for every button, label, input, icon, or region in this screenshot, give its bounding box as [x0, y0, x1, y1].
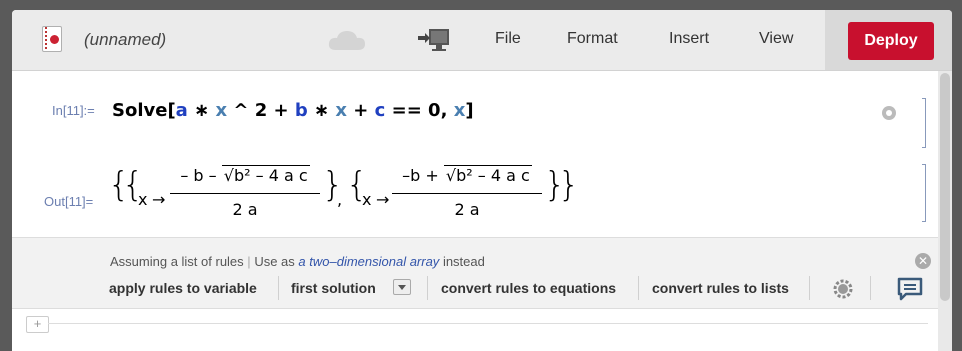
divider [870, 276, 871, 300]
document-icon[interactable] [42, 26, 62, 52]
numerator: – b – √b² – 4 a c [170, 165, 320, 185]
assumption-line: Assuming a list of rules | Use as a two–… [110, 254, 485, 269]
chevron-down-icon[interactable] [393, 279, 411, 295]
token: + [353, 100, 369, 121]
divider [809, 276, 810, 300]
radical: √b² – 4 a c [221, 165, 310, 185]
radicand: b² – 4 a c [456, 166, 530, 185]
divider [278, 276, 279, 300]
rule-arrow: → [376, 190, 390, 209]
input-label: In[11]:= [52, 103, 95, 118]
token: a [175, 100, 188, 121]
menu-insert[interactable]: Insert [669, 30, 709, 48]
present-icon[interactable] [417, 27, 451, 53]
action-convert-lists[interactable]: convert rules to lists [652, 280, 789, 296]
token: x [215, 100, 228, 121]
solution-variable: x [138, 190, 148, 209]
chat-icon[interactable] [896, 276, 924, 302]
radical: √b² – 4 a c [443, 165, 532, 185]
notebook-window: (unnamed) File Format Insert View Deploy… [12, 10, 952, 351]
menu-format[interactable]: Format [567, 30, 618, 48]
token: ] [465, 100, 474, 121]
plus-icon[interactable]: + [26, 316, 49, 333]
action-apply-rules[interactable]: apply rules to variable [109, 280, 257, 296]
cloud-icon[interactable] [326, 28, 368, 54]
token: b [294, 100, 308, 121]
new-cell-line [48, 323, 928, 324]
numerator-prefix: –b + [402, 166, 439, 185]
menu-view[interactable]: View [759, 30, 793, 48]
gear-icon[interactable] [832, 278, 854, 300]
gear-icon[interactable] [880, 104, 898, 122]
action-convert-equations[interactable]: convert rules to equations [441, 280, 616, 296]
notebook-title[interactable]: (unnamed) [84, 30, 166, 50]
input-expression[interactable]: Solve[a ∗ x ^ 2 + b ∗ x + c == 0, x] [112, 100, 474, 121]
numerator: –b + √b² – 4 a c [392, 165, 542, 185]
fraction-bar [392, 193, 542, 194]
token: x [453, 100, 466, 121]
output-label: Out[11]= [44, 194, 94, 209]
instead-text: instead [442, 254, 485, 269]
divider [427, 276, 428, 300]
token: ^ 2 + [233, 100, 289, 121]
denominator: 2 a [454, 200, 480, 219]
token: c [374, 100, 386, 121]
token: == 0, [391, 100, 448, 121]
solution-variable: x [362, 190, 372, 209]
toolbar: (unnamed) File Format Insert View Deploy [12, 10, 952, 71]
input-cell-bracket[interactable] [922, 98, 926, 148]
fraction-bar [170, 193, 320, 194]
comma: , [337, 190, 343, 209]
token: Solve[ [112, 100, 176, 121]
alt-interpretation-link[interactable]: a two–dimensional array [298, 254, 439, 269]
suggestions-bar: Assuming a list of rules | Use as a two–… [12, 237, 938, 309]
assumption-text: Assuming a list of rules [110, 254, 244, 269]
numerator-prefix: – b – [180, 166, 217, 185]
deploy-button[interactable]: Deploy [848, 22, 934, 60]
menu-file[interactable]: File [495, 30, 521, 48]
denominator: 2 a [232, 200, 258, 219]
token: x [335, 100, 348, 121]
output-cell-bracket[interactable] [922, 164, 926, 222]
close-icon[interactable]: ✕ [915, 253, 931, 269]
close-brace: } [558, 165, 580, 205]
scrollbar-thumb[interactable] [940, 73, 950, 301]
action-first-solution[interactable]: first solution [291, 280, 376, 296]
divider [638, 276, 639, 300]
radicand: b² – 4 a c [233, 166, 308, 185]
separator: | [247, 254, 251, 269]
use-as-text: Use as [254, 254, 295, 269]
output-expression[interactable]: { { x → – b – √b² – 4 a c 2 a } , { x → … [100, 160, 640, 230]
rule-arrow: → [152, 190, 166, 209]
